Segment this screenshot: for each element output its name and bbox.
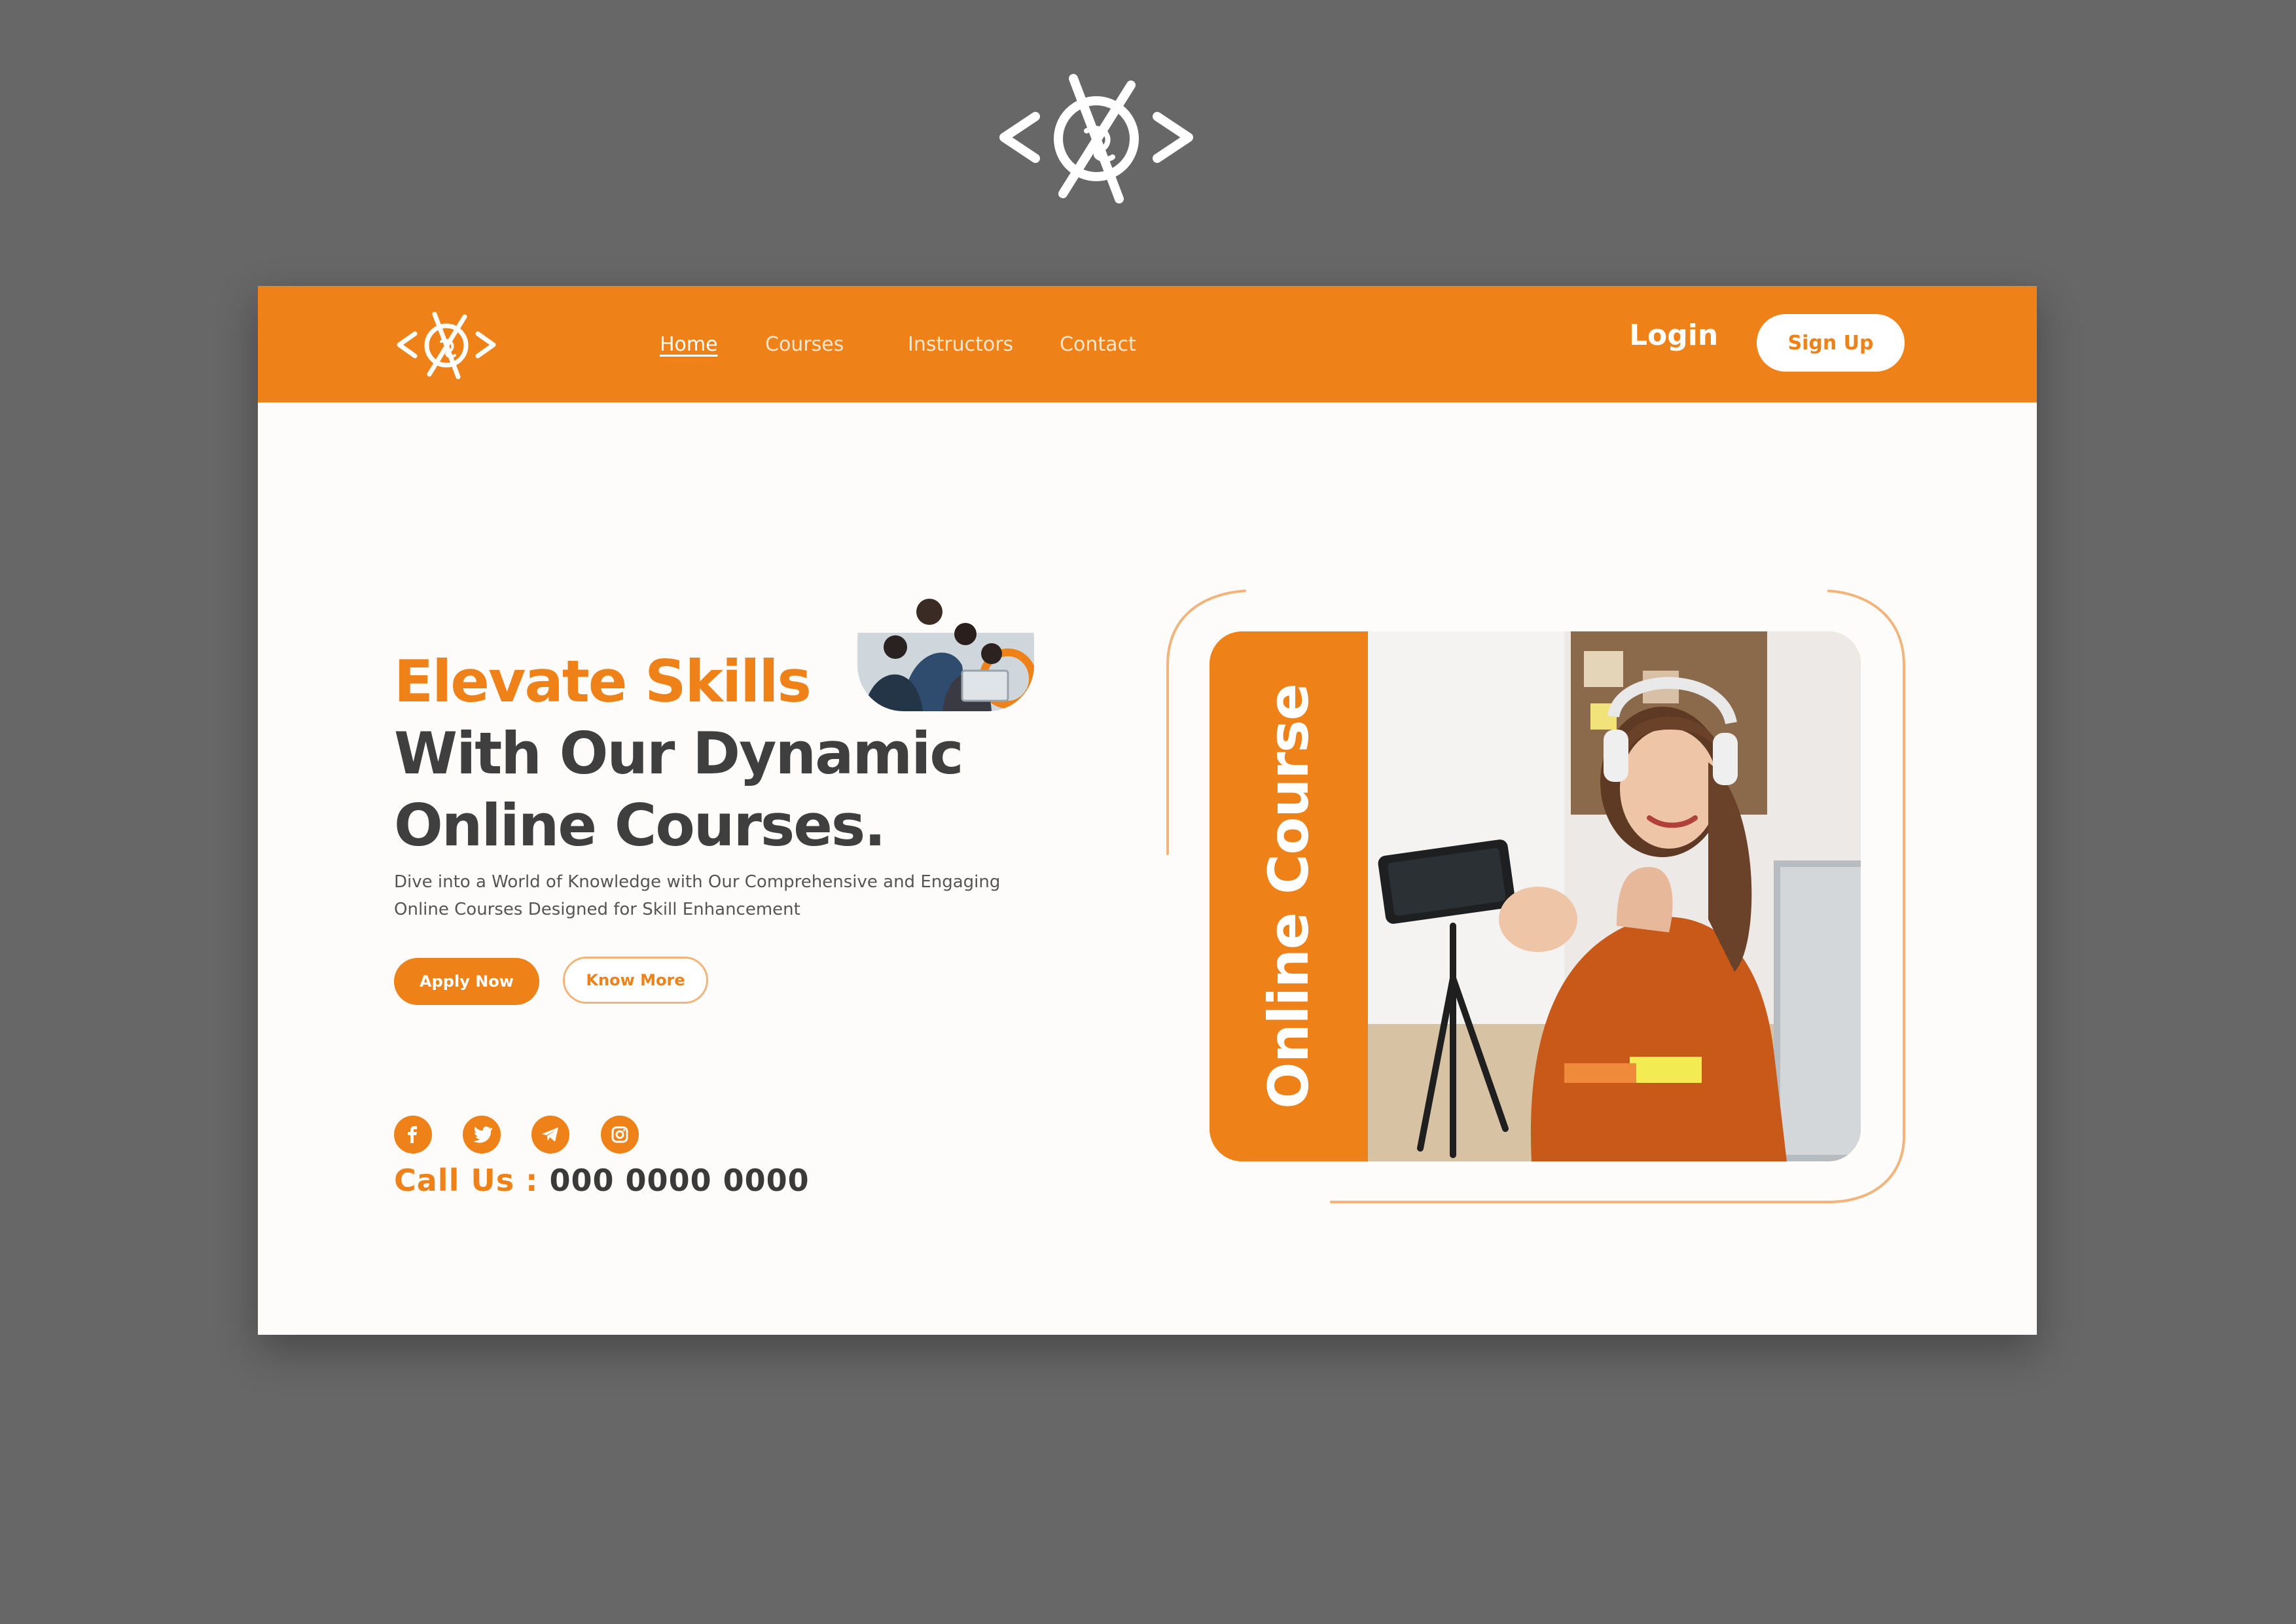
course-card: Online Course <box>1210 631 1861 1161</box>
instagram-icon[interactable] <box>601 1116 639 1154</box>
nav-link-courses[interactable]: Courses <box>765 333 844 356</box>
navbar: Home Courses Instructors Contact Login S… <box>258 286 2037 402</box>
nav-link-home[interactable]: Home <box>660 333 718 356</box>
brand-logo <box>999 74 1193 203</box>
login-link[interactable]: Login <box>1629 319 1718 352</box>
nav-link-contact[interactable]: Contact <box>1060 333 1136 356</box>
hero-subtitle-line-2: Online Courses Designed for Skill Enhanc… <box>394 900 800 919</box>
nav-logo[interactable] <box>394 302 499 387</box>
hero-title-line-1: Elevate Skills <box>394 648 812 715</box>
hero-subtitle-line-1: Dive into a World of Knowledge with Our … <box>394 872 1001 892</box>
course-card-strip: Online Course <box>1210 631 1368 1161</box>
sign-up-button[interactable]: Sign Up <box>1757 314 1905 372</box>
hero-subtitle: Dive into a World of Knowledge with Our … <box>394 868 1062 923</box>
hero-title-line-3: Online Courses. <box>394 792 886 859</box>
apply-now-button[interactable]: Apply Now <box>394 958 539 1005</box>
nav-link-instructors[interactable]: Instructors <box>908 333 1013 356</box>
phone-number: 000 0000 0000 <box>549 1163 810 1198</box>
course-photo <box>1368 631 1861 1161</box>
facebook-icon[interactable] <box>394 1116 432 1154</box>
call-us-label: Call Us : <box>394 1163 539 1198</box>
course-card-title: Online Course <box>1257 684 1321 1109</box>
landing-page-mockup: Home Courses Instructors Contact Login S… <box>258 286 2037 1335</box>
telegram-icon[interactable] <box>531 1116 569 1154</box>
call-us-line: Call Us : 000 0000 0000 <box>394 1163 810 1198</box>
know-more-button[interactable]: Know More <box>563 957 708 1004</box>
twitter-icon[interactable] <box>463 1116 501 1154</box>
hero-title-line-2: With Our Dynamic <box>394 720 964 787</box>
group-photo <box>857 599 1034 711</box>
